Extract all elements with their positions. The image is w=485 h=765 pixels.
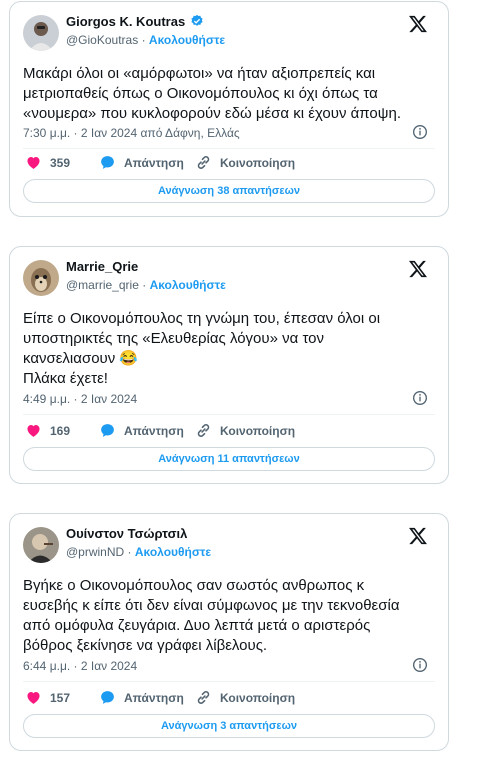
reply-icon (101, 691, 114, 704)
heart-icon (27, 425, 40, 437)
handle-row: @marrie_qrie · Ακολουθήστε (66, 278, 226, 292)
divider (23, 148, 435, 149)
reply-button[interactable]: Απάντηση (99, 689, 195, 706)
read-replies-button[interactable]: Ανάγνωση 11 απαντήσεων (23, 447, 435, 471)
handle[interactable]: @marrie_qrie (66, 278, 139, 292)
dot-separator: · (127, 545, 135, 559)
tweet-card: Ουίνστον Τσώρτσιλ @prwinND · Ακολουθήστε… (9, 513, 449, 751)
display-name[interactable]: Giorgos K. Koutras (66, 14, 204, 29)
dot-separator: · (141, 33, 149, 47)
heart-icon (27, 157, 40, 169)
info-icon[interactable] (412, 657, 428, 673)
avatar[interactable] (23, 15, 59, 51)
avatar-image (23, 15, 59, 51)
share-button[interactable]: Κοινοποίηση (195, 154, 295, 171)
handle-row: @GioKoutras · Ακολουθήστε (66, 33, 225, 47)
reply-label: Απάντηση (124, 423, 184, 438)
avatar-image (23, 260, 59, 296)
action-bar: 157 Απάντηση Κοινοποίηση (25, 689, 295, 706)
follow-link[interactable]: Ακολουθήστε (150, 278, 226, 292)
tweet-text: Είπε ο Οικονομόπουλος τη γνώμη του, έπεσ… (23, 310, 381, 387)
share-label: Κοινοποίηση (220, 423, 296, 438)
avatar-image (23, 527, 59, 563)
read-replies-button[interactable]: Ανάγνωση 3 απαντήσεων (23, 714, 435, 738)
like-button[interactable]: 169 (25, 422, 99, 439)
tweet-timestamp[interactable]: 6:44 μ.μ. · 2 Ιαν 2024 (23, 659, 137, 673)
like-button[interactable]: 359 (25, 154, 99, 171)
reply-icon (101, 424, 114, 437)
info-icon[interactable] (412, 390, 428, 406)
share-button[interactable]: Κοινοποίηση (195, 422, 295, 439)
tweet-timestamp[interactable]: 4:49 μ.μ. · 2 Ιαν 2024 (23, 392, 137, 406)
tweet-text: Μακάρι όλοι οι «αμόρφωτοι» να ήταν αξιοπ… (23, 65, 401, 122)
share-link-icon (197, 691, 210, 704)
x-logo-icon[interactable] (408, 14, 428, 34)
handle[interactable]: @GioKoutras (66, 33, 138, 47)
action-bar: 169 Απάντηση Κοινοποίηση (25, 422, 295, 439)
reply-button[interactable]: Απάντηση (99, 422, 195, 439)
x-logo-icon[interactable] (408, 526, 428, 546)
reply-button[interactable]: Απάντηση (99, 154, 195, 171)
tweet-card: Giorgos K. Koutras @GioKoutras · Ακολουθ… (9, 1, 449, 217)
action-bar: 359 Απάντηση Κοινοποίηση (25, 154, 295, 171)
reply-label: Απάντηση (124, 690, 184, 705)
dot-separator: · (142, 278, 150, 292)
avatar[interactable] (23, 527, 59, 563)
like-count: 157 (50, 690, 71, 705)
follow-link[interactable]: Ακολουθήστε (149, 33, 225, 47)
share-link-icon (197, 424, 210, 437)
divider (23, 414, 435, 415)
share-label: Κοινοποίηση (220, 155, 296, 170)
info-icon[interactable] (412, 124, 428, 140)
like-count: 169 (50, 423, 71, 438)
share-button[interactable]: Κοινοποίηση (195, 689, 295, 706)
like-count: 359 (50, 155, 71, 170)
share-label: Κοινοποίηση (220, 690, 296, 705)
tweet-timestamp[interactable]: 7:30 μ.μ. · 2 Ιαν 2024 από Δάφνη, Ελλάς (23, 126, 240, 140)
share-link-icon (197, 156, 210, 169)
tweet-card: Marrie_Qrie @marrie_qrie · Ακολουθήστε Ε… (9, 246, 449, 484)
reply-icon (101, 156, 114, 169)
handle[interactable]: @prwinND (66, 545, 124, 559)
like-button[interactable]: 157 (25, 689, 99, 706)
verified-badge-icon (191, 14, 203, 26)
tweet-text: Βγήκε ο Οικονομόπουλος σαν σωστός ανθρωπ… (23, 577, 400, 654)
reply-label: Απάντηση (124, 155, 184, 170)
heart-icon (27, 692, 40, 704)
x-logo-icon[interactable] (408, 259, 428, 279)
handle-row: @prwinND · Ακολουθήστε (66, 545, 211, 559)
follow-link[interactable]: Ακολουθήστε (135, 545, 211, 559)
read-replies-button[interactable]: Ανάγνωση 38 απαντήσεων (23, 179, 435, 203)
divider (23, 681, 435, 682)
avatar[interactable] (23, 260, 59, 296)
display-name[interactable]: Ουίνστον Τσώρτσιλ (66, 526, 187, 541)
display-name[interactable]: Marrie_Qrie (66, 259, 138, 274)
